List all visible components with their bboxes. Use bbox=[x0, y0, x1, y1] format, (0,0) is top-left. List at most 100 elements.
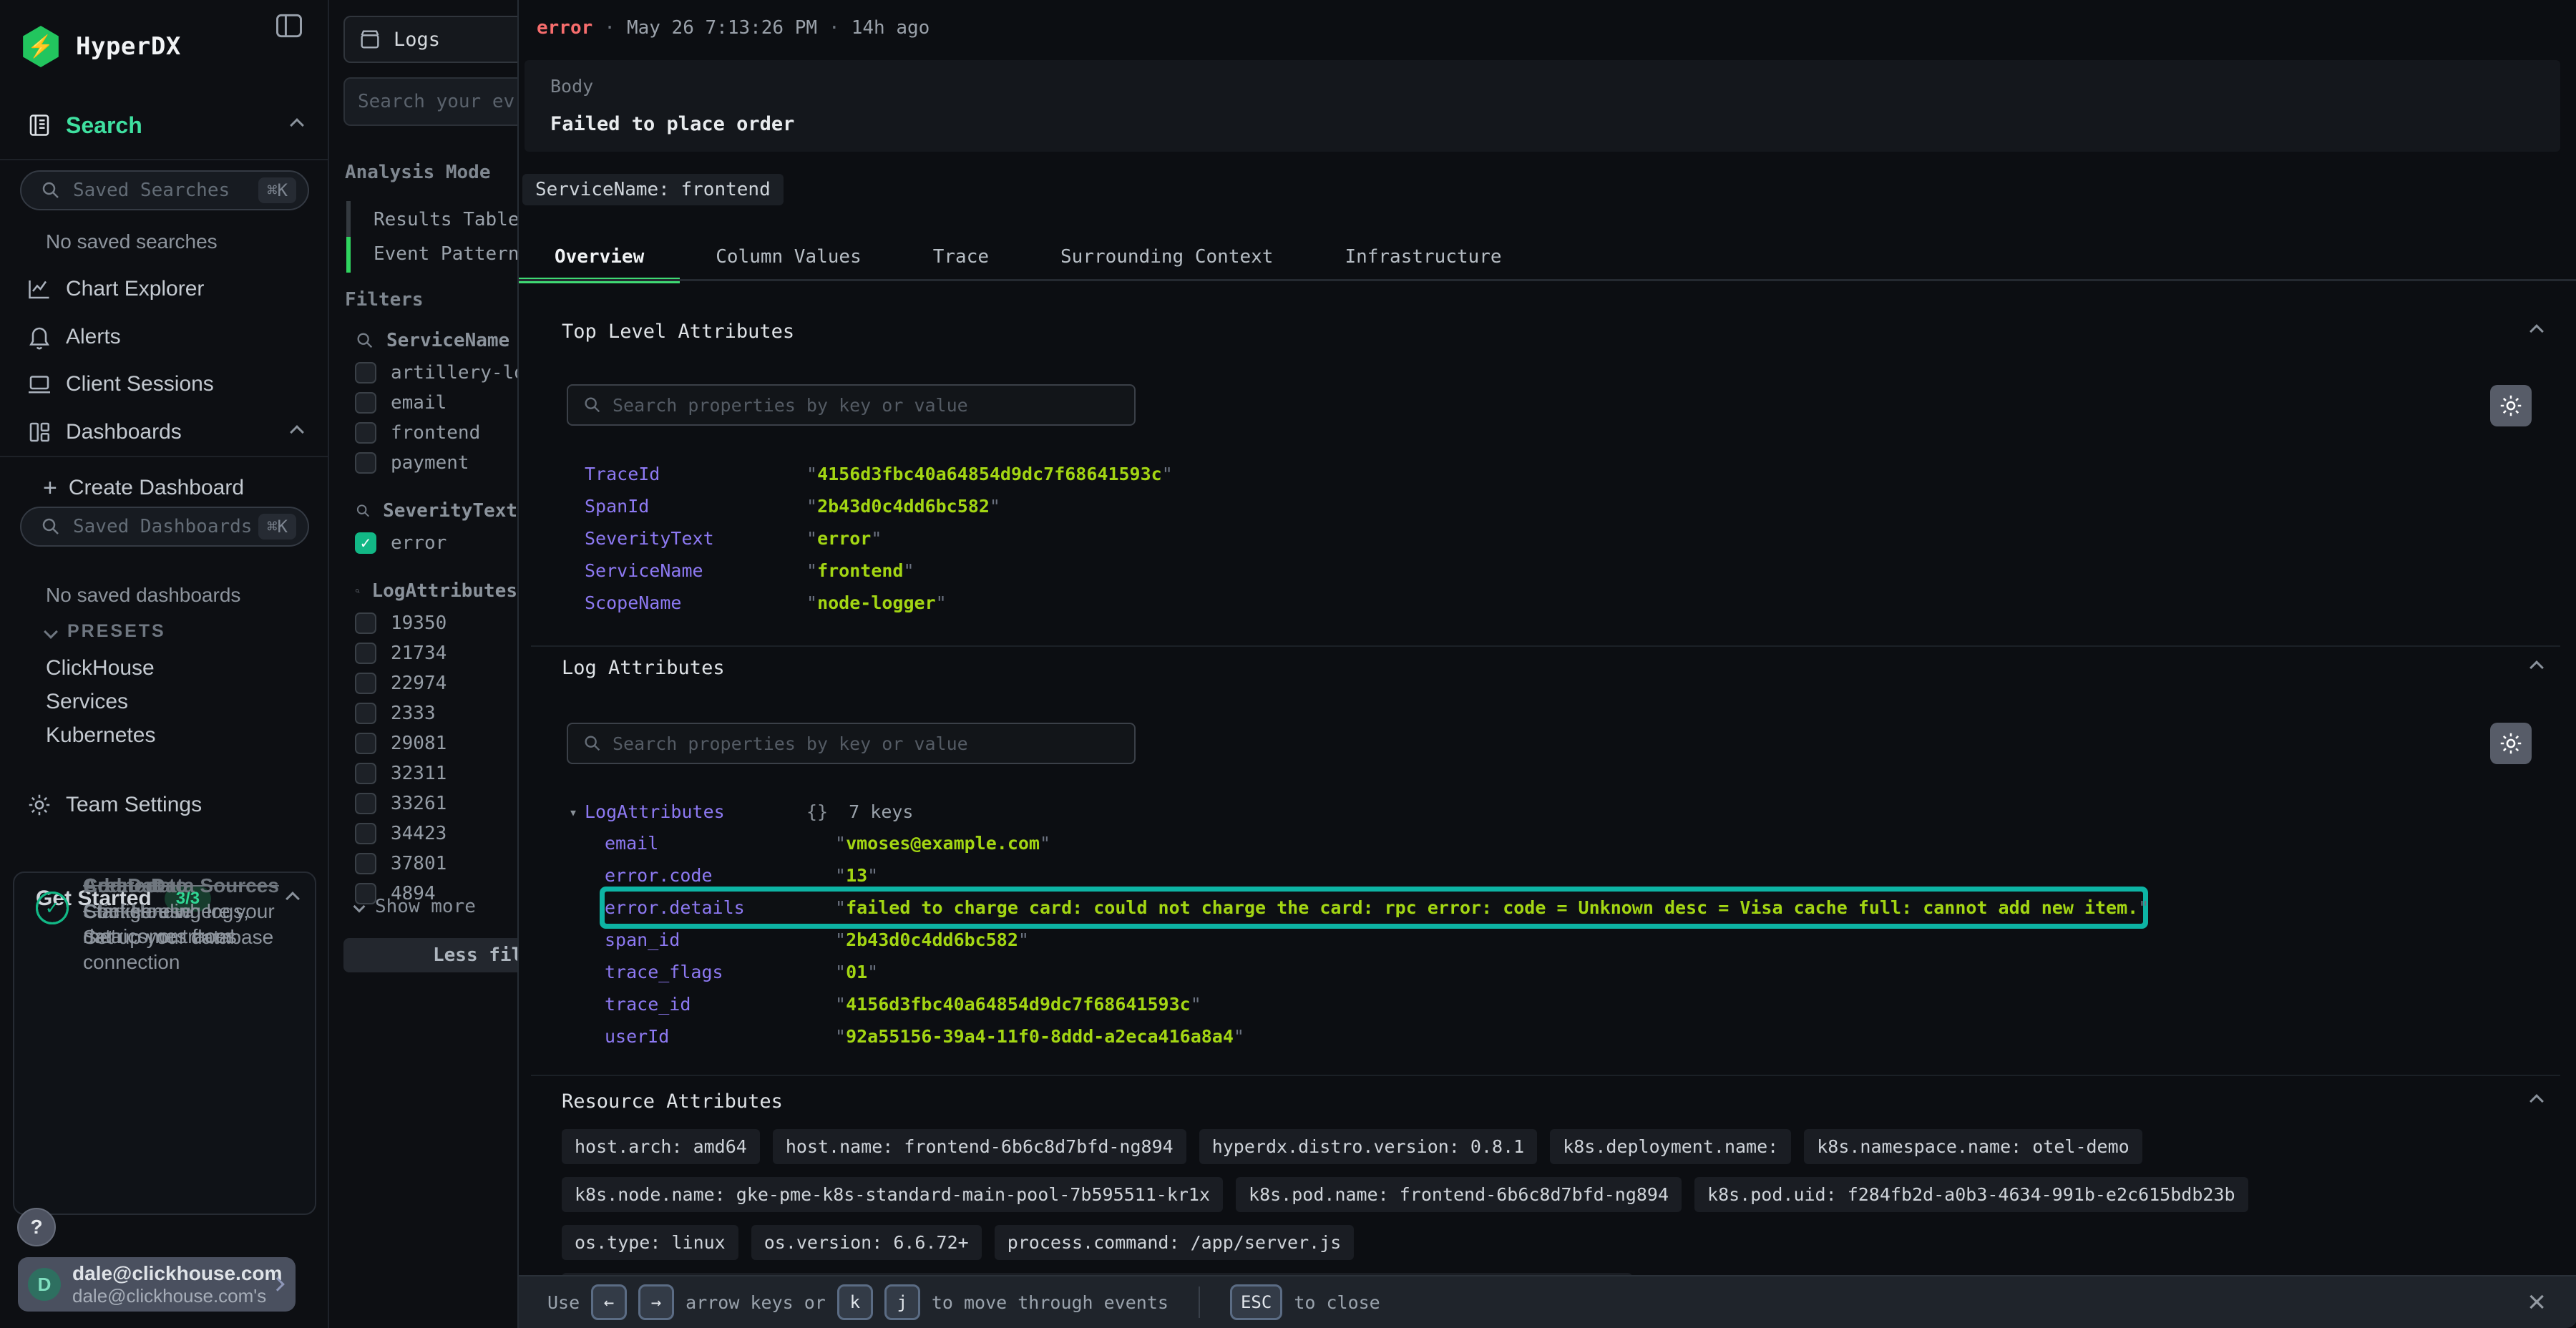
attribute-value[interactable]: node-logger bbox=[806, 592, 947, 613]
help-button[interactable]: ? bbox=[17, 1208, 56, 1246]
filter-checkbox-row[interactable]: ✓ artillery-loa bbox=[355, 358, 517, 388]
attribute-row[interactable]: ServiceName frontend bbox=[585, 555, 1173, 587]
checkbox-icon[interactable]: ✓ bbox=[355, 733, 376, 754]
attribute-value[interactable]: frontend bbox=[806, 560, 914, 581]
top-level-search-box[interactable] bbox=[567, 384, 1136, 426]
tab[interactable]: Surrounding Context bbox=[1025, 233, 1309, 280]
resource-chip[interactable]: host.name: frontend-6b6c8d7bfd-ng894 bbox=[773, 1129, 1186, 1164]
checkbox-icon[interactable]: ✓ bbox=[355, 422, 376, 444]
attribute-row[interactable]: trace_id 4156d3fbc40a64854d9dc7f68641593… bbox=[605, 988, 2143, 1020]
attribute-row[interactable]: SpanId 2b43d0c4dd6bc582 bbox=[585, 490, 1173, 522]
attribute-key[interactable]: SeverityText bbox=[585, 528, 806, 549]
presets-toggle[interactable]: PRESETS bbox=[46, 621, 166, 642]
log-attributes-tree-root[interactable]: ▾ LogAttributes {} 7 keys bbox=[569, 796, 913, 828]
sidebar-item-team-settings[interactable]: Team Settings bbox=[0, 783, 329, 826]
filter-checkbox-row[interactable]: ✓ 29081 bbox=[355, 728, 517, 758]
checkbox-icon[interactable]: ✓ bbox=[355, 612, 376, 634]
service-tag[interactable]: ServiceName: frontend bbox=[522, 174, 784, 205]
filter-checkbox-row[interactable]: ✓ 32311 bbox=[355, 758, 517, 788]
checkbox-icon[interactable]: ✓ bbox=[355, 392, 376, 414]
tree-expand-icon[interactable]: ▾ bbox=[569, 804, 585, 821]
filter-checkbox-row[interactable]: ✓ payment bbox=[355, 448, 517, 478]
attribute-value[interactable]: 2b43d0c4dd6bc582 bbox=[835, 929, 1029, 950]
attribute-value[interactable]: error bbox=[806, 528, 882, 549]
chevron-up-icon[interactable] bbox=[290, 425, 304, 439]
resource-chip[interactable]: process.command: /app/server.js bbox=[995, 1225, 1355, 1260]
attribute-row[interactable]: userId 92a55156-39a4-11f0-8ddd-a2eca416a… bbox=[605, 1020, 2143, 1053]
saved-dashboards-input[interactable]: ⌘K bbox=[20, 507, 309, 547]
log-attributes-search-field[interactable] bbox=[613, 733, 1134, 754]
filter-checkbox-row[interactable]: ✓ 22974 bbox=[355, 668, 517, 698]
saved-searches-input[interactable]: ⌘K bbox=[20, 170, 309, 210]
attribute-key[interactable]: error.code bbox=[605, 865, 835, 886]
attribute-row[interactable]: error.details failed to charge card: cou… bbox=[605, 892, 2143, 924]
collapse-section-icon[interactable] bbox=[2529, 1094, 2544, 1108]
attribute-key[interactable]: SpanId bbox=[585, 496, 806, 517]
attribute-key[interactable]: trace_id bbox=[605, 994, 835, 1015]
attribute-key[interactable]: error.details bbox=[605, 897, 835, 918]
attribute-key[interactable]: ScopeName bbox=[585, 592, 806, 613]
less-filters-button[interactable]: Less fil bbox=[343, 938, 517, 972]
saved-searches-field[interactable] bbox=[73, 180, 258, 201]
filter-checkbox-row[interactable]: ✓ 34423 bbox=[355, 819, 517, 849]
sidebar-item-search[interactable]: Search bbox=[0, 104, 329, 147]
event-search-box[interactable] bbox=[343, 77, 517, 126]
checkbox-icon[interactable]: ✓ bbox=[355, 362, 376, 384]
attribute-row[interactable]: email vmoses@example.com bbox=[605, 827, 2143, 859]
attribute-row[interactable]: SeverityText error bbox=[585, 522, 1173, 555]
attribute-key[interactable]: userId bbox=[605, 1026, 835, 1047]
saved-dashboards-field[interactable] bbox=[73, 516, 258, 537]
filter-group-header[interactable]: LogAttributes bbox=[355, 574, 517, 608]
attribute-value[interactable]: failed to charge card: could not charge … bbox=[835, 897, 2149, 918]
attribute-value[interactable]: 2b43d0c4dd6bc582 bbox=[806, 496, 1000, 517]
show-more-toggle[interactable]: Show more bbox=[355, 896, 476, 917]
close-icon[interactable]: × bbox=[2527, 1284, 2546, 1320]
attribute-key[interactable]: email bbox=[605, 833, 835, 854]
resource-chip[interactable]: os.version: 6.6.72+ bbox=[751, 1225, 982, 1260]
sidebar-item-client-sessions[interactable]: Client Sessions bbox=[0, 363, 329, 406]
collapse-section-icon[interactable] bbox=[2529, 660, 2544, 675]
checkbox-icon[interactable]: ✓ bbox=[355, 532, 376, 554]
attribute-value[interactable]: 13 bbox=[835, 865, 878, 886]
sidebar-item-alerts[interactable]: Alerts bbox=[0, 316, 329, 358]
checkbox-icon[interactable]: ✓ bbox=[355, 452, 376, 474]
attribute-value[interactable]: 01 bbox=[835, 962, 878, 982]
attribute-row[interactable]: ScopeName node-logger bbox=[585, 587, 1173, 619]
filter-checkbox-row[interactable]: ✓ 2333 bbox=[355, 698, 517, 728]
checkbox-icon[interactable]: ✓ bbox=[355, 763, 376, 784]
attribute-value[interactable]: vmoses@example.com bbox=[835, 833, 1050, 854]
resource-chip[interactable]: k8s.node.name: gke-pme-k8s-standard-main… bbox=[562, 1177, 1223, 1212]
filter-checkbox-row[interactable]: ✓ frontend bbox=[355, 418, 517, 448]
sidebar-collapse-icon[interactable] bbox=[273, 10, 305, 42]
attribute-key[interactable]: ServiceName bbox=[585, 560, 806, 581]
user-menu[interactable]: D dale@clickhouse.com dale@clickhouse.co… bbox=[18, 1257, 296, 1312]
filter-checkbox-row[interactable]: ✓ error bbox=[355, 528, 517, 558]
resource-chip[interactable]: host.arch: amd64 bbox=[562, 1129, 760, 1164]
attribute-key[interactable]: TraceId bbox=[585, 464, 806, 484]
attribute-value[interactable]: 4156d3fbc40a64854d9dc7f68641593c bbox=[835, 994, 1201, 1015]
checkbox-icon[interactable]: ✓ bbox=[355, 673, 376, 694]
sidebar-item-dashboards[interactable]: Dashboards bbox=[0, 411, 329, 454]
mode-event-patterns[interactable]: Event Patterns bbox=[374, 243, 517, 265]
attribute-row[interactable]: trace_flags 01 bbox=[605, 956, 2143, 988]
sidebar-item-kubernetes[interactable]: Kubernetes bbox=[46, 723, 155, 748]
filter-checkbox-row[interactable]: ✓ email bbox=[355, 388, 517, 418]
checkbox-icon[interactable]: ✓ bbox=[355, 703, 376, 724]
resource-chip[interactable]: k8s.namespace.name: otel-demo bbox=[1804, 1129, 2142, 1164]
tab[interactable]: Column Values bbox=[680, 233, 897, 280]
resource-chip[interactable]: hyperdx.distro.version: 0.8.1 bbox=[1199, 1129, 1538, 1164]
sidebar-item-chart-explorer[interactable]: Chart Explorer bbox=[0, 268, 329, 311]
attribute-value[interactable]: 4156d3fbc40a64854d9dc7f68641593c bbox=[806, 464, 1173, 484]
filter-group-header[interactable]: ServiceName bbox=[355, 323, 517, 358]
chevron-up-icon[interactable] bbox=[290, 118, 304, 132]
sidebar-item-services[interactable]: Services bbox=[46, 690, 128, 714]
get-started-step[interactable]: ✓ Add Data Start sending logs, metrics, … bbox=[36, 873, 301, 949]
filter-group-header[interactable]: SeverityText bbox=[355, 494, 517, 528]
log-attributes-settings-button[interactable] bbox=[2490, 723, 2532, 764]
tab[interactable]: Trace bbox=[897, 233, 1025, 280]
top-level-settings-button[interactable] bbox=[2490, 385, 2532, 426]
top-level-search-field[interactable] bbox=[613, 395, 1134, 416]
checkbox-icon[interactable]: ✓ bbox=[355, 823, 376, 844]
create-dashboard-button[interactable]: + Create Dashboard bbox=[0, 467, 329, 509]
attribute-row[interactable]: error.code 13 bbox=[605, 859, 2143, 892]
